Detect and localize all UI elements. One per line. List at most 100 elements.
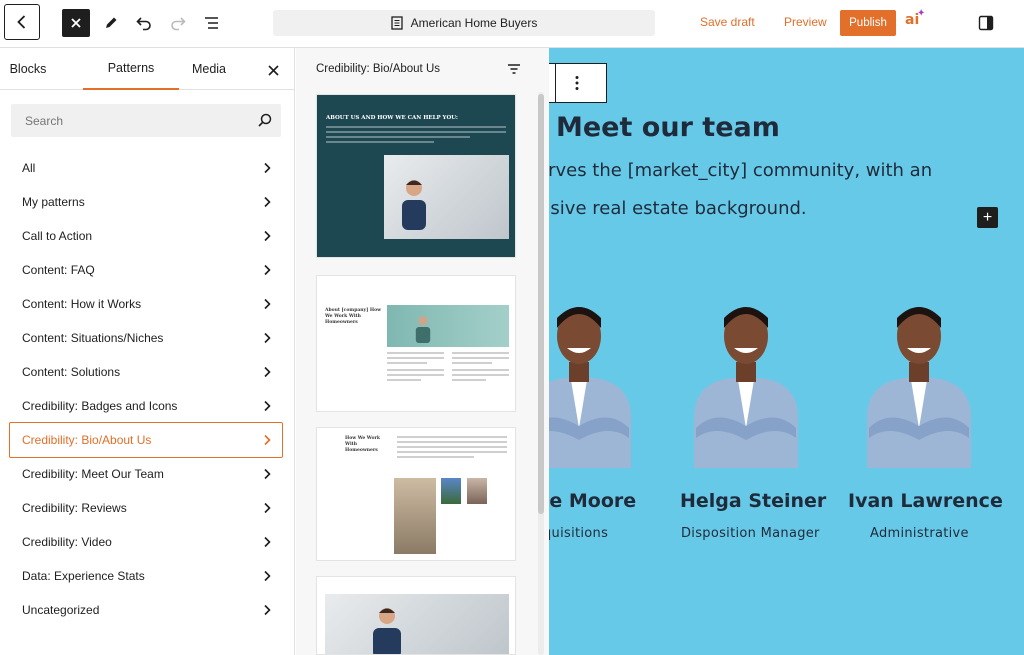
pattern-card-about-us[interactable]: ABOUT US AND HOW WE CAN HELP YOU: xyxy=(316,94,516,258)
team-member-photo[interactable] xyxy=(849,288,989,468)
filter-icon[interactable] xyxy=(506,61,522,77)
undo-button[interactable] xyxy=(130,9,158,37)
team-member-photo[interactable] xyxy=(549,288,649,468)
pattern-category-label: Content: How it Works xyxy=(22,297,142,311)
chevron-right-icon xyxy=(264,298,271,310)
undo-icon xyxy=(136,17,151,31)
pattern-search xyxy=(11,104,281,137)
document-icon xyxy=(390,16,403,30)
team-member-role[interactable]: quisitions xyxy=(549,526,608,541)
pattern-category-list: All My patterns Call to Action Content: FAQ… xyxy=(9,151,283,627)
save-draft-button[interactable]: Save draft xyxy=(700,15,755,29)
chevron-right-icon xyxy=(264,434,271,446)
chevron-right-icon xyxy=(264,366,271,378)
pattern-category-item[interactable]: Content: How it Works xyxy=(9,287,283,321)
back-button[interactable] xyxy=(4,4,40,40)
add-block-button[interactable]: + xyxy=(977,207,998,228)
settings-sidebar-button[interactable] xyxy=(972,9,1000,37)
pattern-category-item[interactable]: Uncategorized xyxy=(9,593,283,627)
tools-button[interactable] xyxy=(97,9,125,37)
pen-icon xyxy=(106,17,117,28)
document-overview-button[interactable] xyxy=(198,9,226,37)
pattern-category-label: Content: Situations/Niches xyxy=(22,331,164,345)
pattern-category-label: My patterns xyxy=(22,195,85,209)
list-view-icon xyxy=(205,17,218,29)
team-intro-line-2[interactable]: nsive real estate background. xyxy=(549,198,807,219)
pattern-card-photo xyxy=(394,478,436,554)
pattern-card-title: ABOUT US AND HOW WE CAN HELP YOU: xyxy=(326,115,458,121)
pattern-category-label: Credibility: Video xyxy=(22,535,112,549)
pattern-category-item[interactable]: Content: Situations/Niches xyxy=(9,321,283,355)
team-intro-line-1[interactable]: erves the [market_city] community, with … xyxy=(549,160,932,181)
document-title-bar[interactable]: American Home Buyers xyxy=(273,10,655,36)
sparkle-icon: ✦ xyxy=(917,8,926,19)
pattern-category-item[interactable]: Content: FAQ xyxy=(9,253,283,287)
team-member-name[interactable]: Ivan Lawrence xyxy=(848,490,1003,512)
pattern-category-item[interactable]: My patterns xyxy=(9,185,283,219)
document-title: American Home Buyers xyxy=(410,16,538,30)
close-inserter-button[interactable] xyxy=(62,9,90,37)
pattern-card-how-we-work[interactable]: About [company] How We Work With Homeown… xyxy=(316,275,516,412)
redo-button[interactable] xyxy=(164,9,192,37)
close-icon xyxy=(71,18,81,28)
pattern-category-label: All xyxy=(22,161,36,175)
pattern-category-label: Data: Experience Stats xyxy=(22,569,145,583)
publish-button[interactable]: Publish xyxy=(840,10,896,36)
pattern-category-label: Call to Action xyxy=(22,229,93,243)
pattern-category-item[interactable]: Credibility: Reviews xyxy=(9,491,283,525)
pattern-card-title: About [company] How We Work With Homeown… xyxy=(325,308,381,325)
chevron-right-icon xyxy=(264,332,271,344)
tab-blocks[interactable]: Blocks xyxy=(0,48,56,90)
redo-icon xyxy=(171,17,186,31)
pattern-category-item[interactable]: Credibility: Video xyxy=(9,525,283,559)
pattern-scrollbar-thumb[interactable] xyxy=(538,94,544,514)
pattern-card-photo xyxy=(441,478,461,504)
block-toolbar xyxy=(549,63,607,103)
team-member-role[interactable]: Administrative xyxy=(870,526,969,541)
preview-button[interactable]: Preview xyxy=(784,15,827,29)
chevron-right-icon xyxy=(264,468,271,480)
team-member-photo[interactable] xyxy=(676,288,816,468)
toolbar-separator xyxy=(555,64,556,102)
chevron-left-icon xyxy=(17,15,26,29)
close-icon xyxy=(267,64,279,76)
pattern-category-item[interactable]: Data: Experience Stats xyxy=(9,559,283,593)
editor-app: American Home Buyers Save draft Preview … xyxy=(0,0,1024,655)
team-member-name[interactable]: ye Moore xyxy=(549,490,636,512)
person-image xyxy=(373,608,401,654)
editor-toolbar: American Home Buyers Save draft Preview … xyxy=(0,0,1024,48)
chevron-right-icon xyxy=(264,502,271,514)
chevron-right-icon xyxy=(264,162,271,174)
pattern-card-bio[interactable] xyxy=(316,576,516,655)
team-member-name[interactable]: Helga Steiner xyxy=(680,490,826,512)
person-image xyxy=(415,315,431,343)
team-heading[interactable]: Meet our team xyxy=(556,112,780,143)
more-options-icon[interactable] xyxy=(568,74,586,92)
block-inserter-panel: Blocks Patterns Media All My patterns Call… xyxy=(0,48,295,655)
pattern-card-columns xyxy=(387,352,509,384)
pattern-card-photo xyxy=(325,594,509,654)
search-input[interactable] xyxy=(11,104,241,137)
pattern-category-label: Credibility: Reviews xyxy=(22,501,127,515)
ai-assistant-button[interactable]: ai ✦ xyxy=(905,8,929,36)
chevron-right-icon xyxy=(264,536,271,548)
tab-media[interactable]: Media xyxy=(179,48,239,90)
plus-icon: + xyxy=(982,208,993,226)
pattern-category-item[interactable]: Credibility: Meet Our Team xyxy=(9,457,283,491)
pattern-card-photo xyxy=(467,478,487,504)
tab-patterns[interactable]: Patterns xyxy=(83,48,179,90)
pattern-category-label: Uncategorized xyxy=(22,603,100,617)
chevron-right-icon xyxy=(264,196,271,208)
close-inserter-icon-button[interactable] xyxy=(262,59,284,81)
editor-canvas[interactable]: Meet our team erves the [market_city] co… xyxy=(549,48,1024,655)
pattern-category-label: Credibility: Meet Our Team xyxy=(22,467,164,481)
chevron-right-icon xyxy=(264,400,271,412)
pattern-card-homeowners[interactable]: How We Work With Homeowners xyxy=(316,427,516,561)
pattern-category-item[interactable]: Content: Solutions xyxy=(9,355,283,389)
pattern-category-item[interactable]: Credibility: Bio/About Us xyxy=(9,422,283,458)
pattern-category-item[interactable]: Credibility: Badges and Icons xyxy=(9,389,283,423)
pattern-category-item[interactable]: All xyxy=(9,151,283,185)
pattern-category-item[interactable]: Call to Action xyxy=(9,219,283,253)
team-member-role[interactable]: Disposition Manager xyxy=(681,526,820,541)
pattern-card-photo xyxy=(387,305,509,347)
